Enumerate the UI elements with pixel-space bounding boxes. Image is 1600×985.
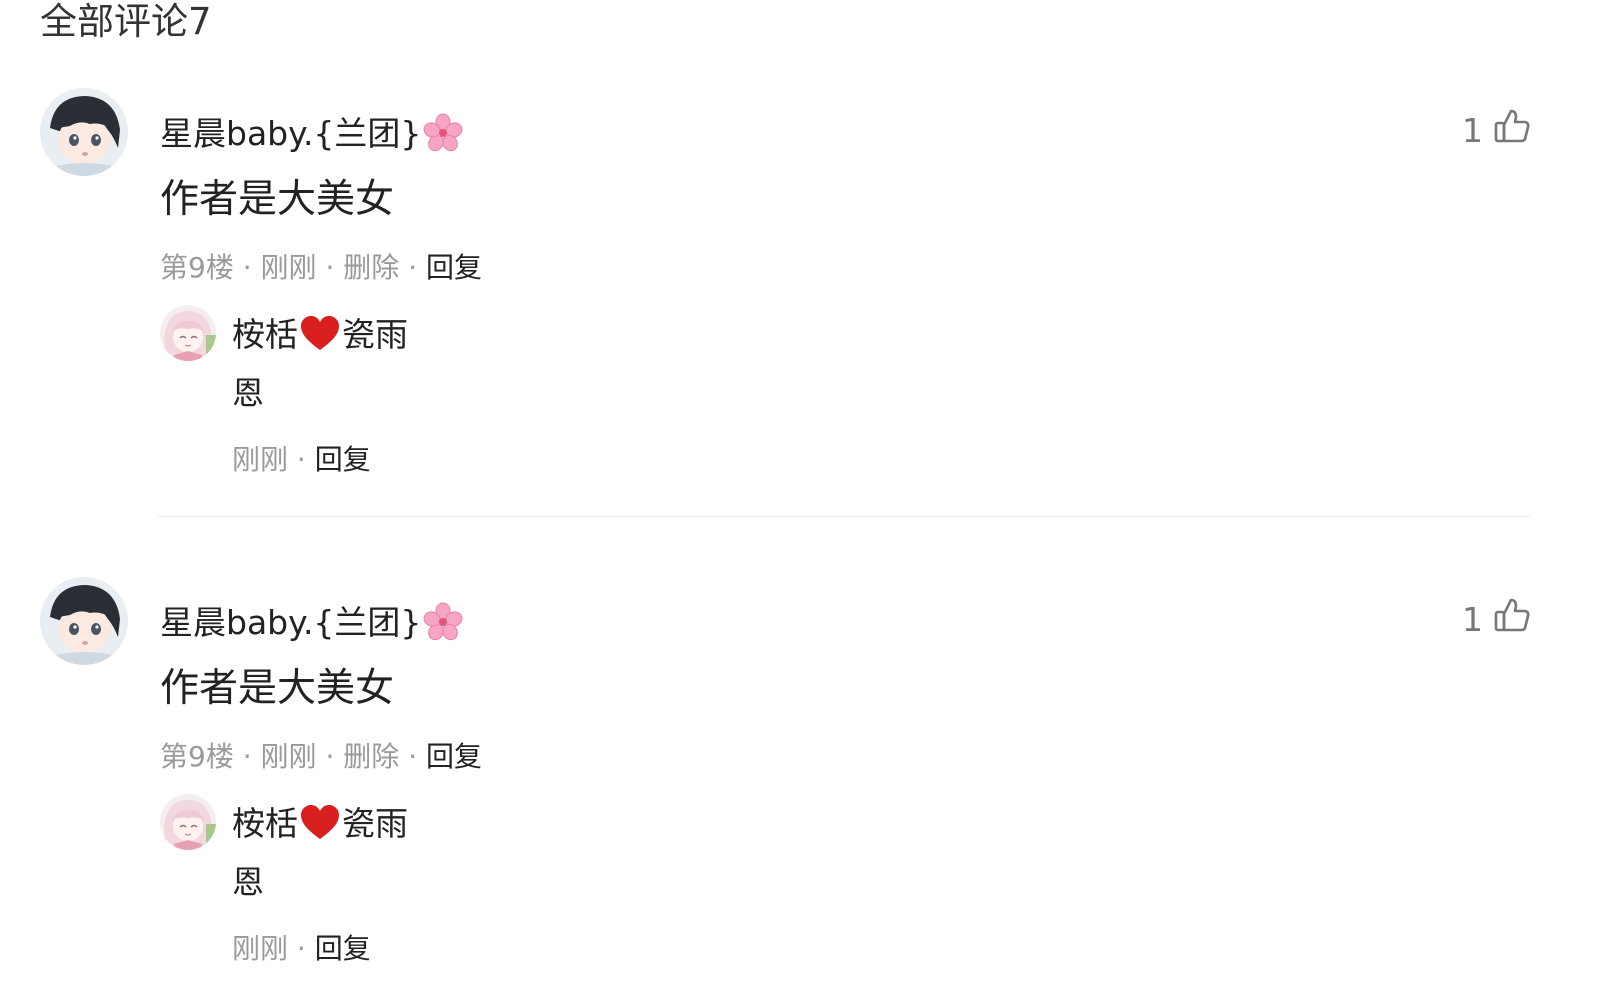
separator: · (296, 443, 306, 476)
reply-text: 恩 (232, 863, 265, 901)
separator: · (325, 251, 335, 284)
username-text: 星晨baby.{兰团} (160, 603, 422, 642)
timestamp: 刚刚 (232, 443, 289, 476)
reply-button[interactable]: 回复 (426, 251, 482, 284)
like-button[interactable]: 1 (1462, 108, 1531, 152)
thumbs-up-icon (1493, 107, 1531, 153)
timestamp: 刚刚 (232, 932, 289, 965)
reply-text: 恩 (232, 374, 265, 412)
comment-meta: 第9楼 · 刚刚 · 删除 · 回复 (160, 250, 482, 286)
comment-item: 星晨baby.{兰团} 1 作者是大美女 第9楼 · 刚刚 · 删除 · 回复 (0, 489, 1600, 965)
separator: · (242, 740, 252, 773)
separator: · (242, 251, 252, 284)
reply-username[interactable]: 桉栝 瓷雨 (232, 315, 408, 355)
cherry-blossom-icon (423, 113, 463, 153)
like-count: 1 (1462, 110, 1483, 150)
comment-text: 作者是大美女 (160, 666, 395, 711)
floor-label: 第9楼 (160, 740, 234, 773)
reply-meta: 刚刚 · 回复 (232, 931, 371, 967)
reply-avatar[interactable] (160, 794, 216, 850)
comment-meta: 第9楼 · 刚刚 · 删除 · 回复 (160, 739, 482, 775)
delete-button[interactable]: 删除 (343, 740, 399, 773)
reply-username[interactable]: 桉栝 瓷雨 (232, 804, 408, 844)
reply-button[interactable]: 回复 (315, 443, 371, 476)
delete-button[interactable]: 删除 (343, 251, 399, 284)
reply-username-part1: 桉栝 (232, 315, 298, 354)
separator: · (325, 740, 335, 773)
heart-icon (300, 805, 340, 841)
reply-username-part1: 桉栝 (232, 804, 298, 843)
like-count: 1 (1462, 599, 1483, 639)
username-text: 星晨baby.{兰团} (160, 114, 422, 153)
comment-text: 作者是大美女 (160, 177, 395, 222)
separator: · (408, 251, 418, 284)
reply-username-part2: 瓷雨 (342, 804, 408, 843)
reply-avatar[interactable] (160, 305, 216, 361)
avatar[interactable] (40, 577, 128, 665)
timestamp: 刚刚 (260, 740, 317, 773)
separator: · (296, 932, 306, 965)
comment-username[interactable]: 星晨baby.{兰团} (160, 602, 463, 643)
comment-username[interactable]: 星晨baby.{兰团} (160, 113, 463, 154)
reply-username-part2: 瓷雨 (342, 315, 408, 354)
heart-icon (300, 316, 340, 352)
like-button[interactable]: 1 (1462, 597, 1531, 641)
reply-button[interactable]: 回复 (315, 932, 371, 965)
reply-button[interactable]: 回复 (426, 740, 482, 773)
cherry-blossom-icon (423, 602, 463, 642)
comment-item: 星晨baby.{兰团} 1 作者是大美女 第9楼 · 刚刚 · 删除 · 回复 (0, 0, 1600, 517)
avatar[interactable] (40, 88, 128, 176)
thumbs-up-icon (1493, 596, 1531, 642)
floor-label: 第9楼 (160, 251, 234, 284)
timestamp: 刚刚 (260, 251, 317, 284)
reply-meta: 刚刚 · 回复 (232, 442, 371, 478)
separator: · (408, 740, 418, 773)
